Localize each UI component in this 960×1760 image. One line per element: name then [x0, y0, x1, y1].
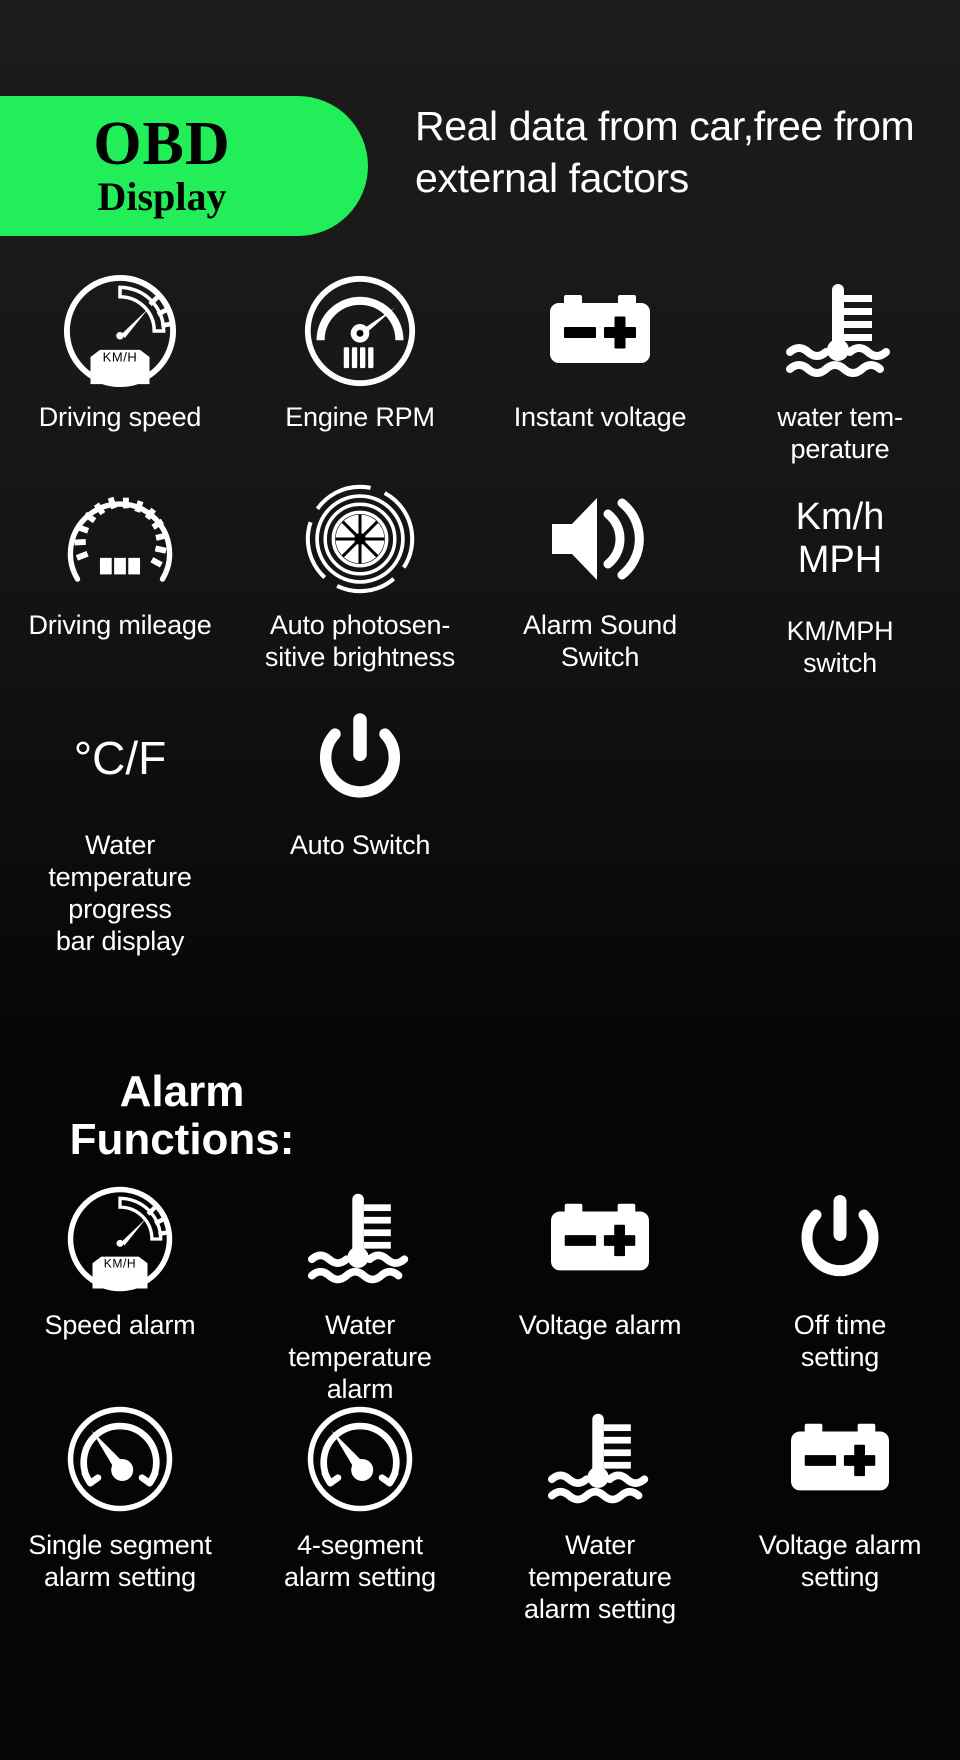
- alarm-off-time-setting: Off time setting: [720, 1180, 960, 1406]
- feature-water-temperature: water tem- perature: [720, 272, 960, 466]
- feature-row3-spacer-2: [720, 700, 960, 957]
- speedometer-kmh-icon: KM/H: [65, 1180, 175, 1298]
- feature-label: Alarm Sound Switch: [523, 610, 677, 672]
- feature-km-mph-switch: Km/h MPH KM/MPH switch: [720, 480, 960, 680]
- alarm-label: Water temperature alarm setting: [524, 1530, 676, 1624]
- power-switch-icon: [790, 1180, 890, 1298]
- alarm-row-1: KM/H Speed alarm Water temperature alarm…: [0, 1180, 960, 1406]
- feature-driving-mileage: Driving mileage: [0, 480, 240, 680]
- car-battery-icon: [781, 1400, 899, 1518]
- alarm-single-segment-setting: Single segment alarm setting: [0, 1400, 240, 1626]
- feature-engine-rpm: Engine RPM: [240, 272, 480, 466]
- feature-label: water tem- perature: [777, 402, 903, 464]
- feature-label: Auto photosen- sitive brightness: [264, 610, 456, 672]
- speaker-sound-icon: [542, 480, 658, 598]
- alarm-water-temperature: Water temperature alarm: [240, 1180, 480, 1406]
- alarm-label: Voltage alarm setting: [758, 1530, 922, 1592]
- water-temperature-icon: [782, 272, 898, 390]
- speedometer-kmh-icon: KM/H: [61, 272, 179, 390]
- feature-row-3: °C/F Water temperature progress bar disp…: [0, 700, 960, 957]
- water-temperature-icon: [544, 1400, 656, 1518]
- badge-title-line1: OBD: [93, 109, 231, 178]
- needle-gauge-icon: [305, 1400, 415, 1518]
- feature-label: Engine RPM: [285, 402, 435, 432]
- kmh-glyph-line1: Km/h: [795, 496, 885, 539]
- feature-label: Instant voltage: [513, 402, 687, 432]
- feature-row-1: KM/H Driving speed Engine RPM Instant vo…: [0, 272, 960, 466]
- feature-row-2: Driving mileage Auto photosen- sitive br…: [0, 480, 960, 680]
- alarm-4-segment-setting: 4-segment alarm setting: [240, 1400, 480, 1626]
- feature-auto-photosensitive-brightness: Auto photosen- sitive brightness: [240, 480, 480, 680]
- header: OBD Display Real data from car,free from…: [0, 96, 960, 236]
- alarm-row-2: Single segment alarm setting 4-segment a…: [0, 1400, 960, 1626]
- celsius-fahrenheit-text-icon: °C/F: [74, 700, 167, 818]
- alarm-label: Voltage alarm: [518, 1310, 682, 1340]
- header-tagline: Real data from car,free from external fa…: [415, 103, 915, 202]
- odometer-dial-icon: [61, 480, 179, 598]
- water-temperature-icon: [304, 1180, 416, 1298]
- feature-water-temp-progress-bar: °C/F Water temperature progress bar disp…: [0, 700, 240, 957]
- feature-label: Water temperature progress bar display: [48, 830, 192, 956]
- feature-label: KM/MPH switch: [786, 616, 894, 678]
- feature-driving-speed: KM/H Driving speed: [0, 272, 240, 466]
- car-battery-icon: [541, 1180, 659, 1298]
- alarm-functions-title-line1: Alarm: [119, 1067, 245, 1116]
- alarm-label: Off time setting: [793, 1310, 887, 1372]
- feature-auto-switch: Auto Switch: [240, 700, 480, 957]
- feature-row3-spacer-1: [480, 700, 720, 957]
- alarm-voltage: Voltage alarm: [480, 1180, 720, 1406]
- alarm-label: Water temperature alarm: [288, 1310, 432, 1404]
- feature-label: Driving speed: [38, 402, 202, 432]
- feature-alarm-sound-switch: Alarm Sound Switch: [480, 480, 720, 680]
- alarm-label: 4-segment alarm setting: [284, 1530, 436, 1592]
- feature-label: Driving mileage: [28, 610, 212, 640]
- obd-display-feature-poster: OBD Display Real data from car,free from…: [0, 0, 960, 1760]
- feature-label: Auto Switch: [289, 830, 431, 860]
- needle-gauge-icon: [65, 1400, 175, 1518]
- kmh-mph-text-icon: Km/h MPH: [796, 480, 885, 598]
- alarm-functions-title: Alarm Functions:: [22, 1068, 342, 1163]
- alarm-label: Single segment alarm setting: [28, 1530, 212, 1592]
- cf-glyph: °C/F: [73, 732, 167, 785]
- badge-title-line2: Display: [97, 174, 227, 220]
- alarm-speed: KM/H Speed alarm: [0, 1180, 240, 1406]
- obd-display-badge: OBD Display: [0, 96, 368, 236]
- svg-text:KM/H: KM/H: [104, 1257, 136, 1271]
- power-switch-icon: [308, 700, 412, 818]
- alarm-water-temperature-setting: Water temperature alarm setting: [480, 1400, 720, 1626]
- alarm-voltage-setting: Voltage alarm setting: [720, 1400, 960, 1626]
- kmh-glyph-line2: MPH: [797, 539, 883, 581]
- engine-rpm-gauge-icon: [302, 272, 418, 390]
- aperture-turbine-icon: [302, 480, 418, 598]
- alarm-functions-title-line2: Functions:: [69, 1114, 295, 1164]
- feature-instant-voltage: Instant voltage: [480, 272, 720, 466]
- alarm-label: Speed alarm: [44, 1310, 196, 1340]
- car-battery-icon: [540, 272, 660, 390]
